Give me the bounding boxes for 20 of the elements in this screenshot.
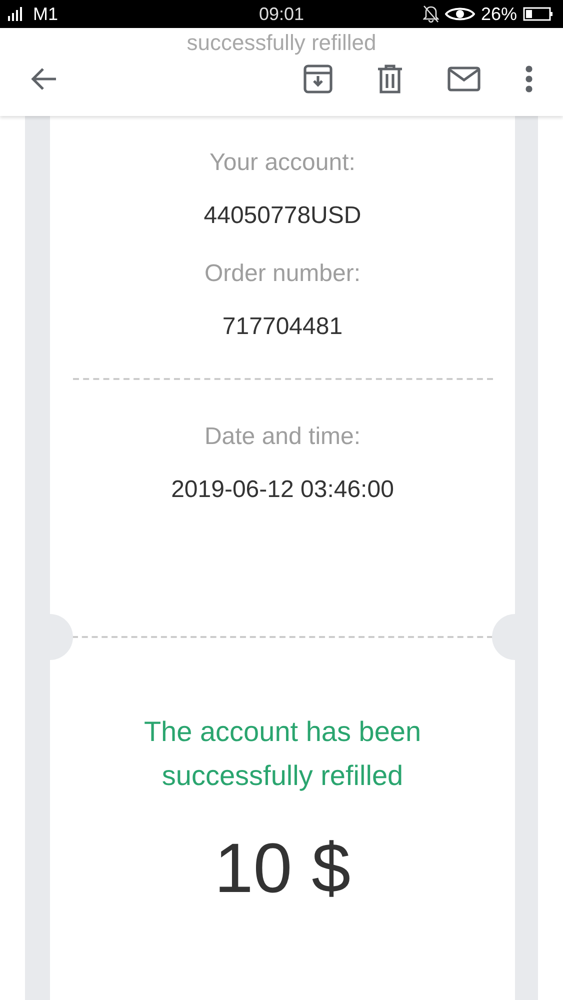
field-value: 2019-06-12 03:46:00: [171, 476, 394, 504]
mail-icon[interactable]: [447, 66, 481, 92]
back-arrow-icon[interactable]: [30, 67, 58, 91]
more-icon[interactable]: [525, 65, 533, 93]
field-value: 44050778USD: [204, 202, 362, 230]
delete-icon[interactable]: [377, 64, 403, 94]
success-message: The account has been successfully refilled: [142, 715, 422, 793]
carrier-name: M1: [33, 4, 58, 24]
faded-title: successfully refilled: [186, 31, 376, 55]
bell-off-icon: [422, 5, 439, 23]
field-label: Date and time:: [204, 423, 361, 451]
field-label: Your account:: [210, 149, 356, 177]
battery-icon: [523, 7, 553, 21]
amount: 10 $: [214, 828, 351, 908]
battery-percent: 26%: [480, 4, 517, 24]
clock: 09:01: [258, 4, 304, 24]
field-value: 717704481: [222, 313, 343, 341]
archive-icon[interactable]: [303, 64, 333, 94]
field-label: Order number:: [204, 260, 361, 288]
eye-icon: [444, 6, 475, 22]
